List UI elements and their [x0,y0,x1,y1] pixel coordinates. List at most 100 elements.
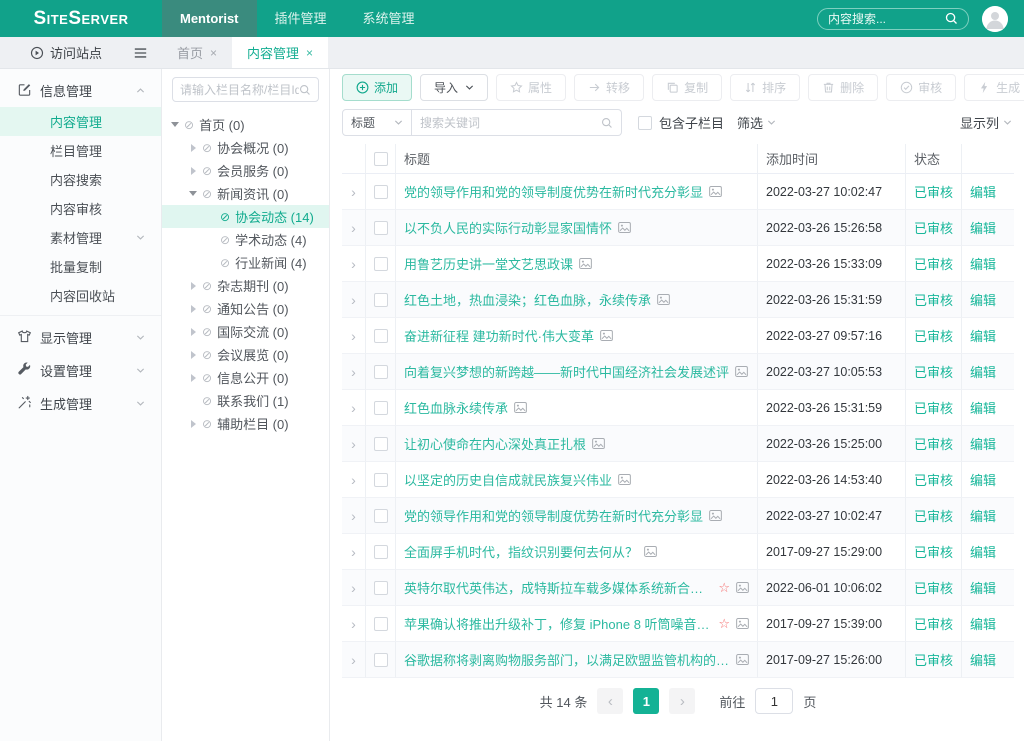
current-page-button[interactable]: 1 [633,688,659,714]
edit-link[interactable]: 编辑 [962,642,1014,678]
include-children-checkbox[interactable] [638,116,652,130]
tree-node-0[interactable]: ⊘首页 (0) [162,113,329,136]
content-title-link[interactable]: 以坚定的历史自信成就民族复兴伟业 [404,470,612,489]
row-expand-icon[interactable]: › [351,292,356,308]
row-checkbox[interactable] [374,545,388,559]
channel-search-box[interactable] [172,77,319,102]
row-expand-icon[interactable]: › [351,256,356,272]
sidebar-item-1[interactable]: 栏目管理 [0,136,161,165]
prev-page-button[interactable]: ‹ [597,688,623,714]
edit-link[interactable]: 编辑 [962,282,1014,318]
row-expand-icon[interactable]: › [351,220,356,236]
row-expand-icon[interactable]: › [351,364,356,380]
row-checkbox[interactable] [374,581,388,595]
row-expand-icon[interactable]: › [351,472,356,488]
row-expand-icon[interactable]: › [351,400,356,416]
content-title-link[interactable]: 谷歌据称将剥离购物服务部门，以满足欧盟监管机构的要求 [404,650,730,669]
row-checkbox[interactable] [374,617,388,631]
edit-link[interactable]: 编辑 [962,426,1014,462]
edit-link[interactable]: 编辑 [962,174,1014,210]
select-all-checkbox[interactable] [374,152,388,166]
content-search-input[interactable] [828,12,945,26]
content-search-box[interactable] [817,8,969,30]
tree-node-13[interactable]: ⊘辅助栏目 (0) [162,412,329,435]
row-expand-icon[interactable]: › [351,436,356,452]
row-checkbox[interactable] [374,653,388,667]
row-checkbox[interactable] [374,257,388,271]
columns-dropdown[interactable]: 显示列 [960,113,1014,132]
content-title-link[interactable]: 奋进新征程 建功新时代·伟大变革 [404,326,594,345]
sidebar-group-0[interactable]: 信息管理 [0,74,161,107]
content-title-link[interactable]: 让初心使命在内心深处真正扎根 [404,434,586,453]
sidebar-item-5[interactable]: 批量复制 [0,252,161,281]
sidebar-group-1[interactable]: 显示管理 [0,321,161,354]
filter-dropdown[interactable]: 筛选 [737,113,776,132]
caret-collapsed-icon[interactable] [188,167,198,175]
tree-node-5[interactable]: ⊘学术动态 (4) [162,228,329,251]
sidebar-group-2[interactable]: 设置管理 [0,354,161,387]
topnav-item-1[interactable]: 插件管理 [257,0,345,37]
tree-node-12[interactable]: ⊘联系我们 (1) [162,389,329,412]
content-title-link[interactable]: 向着复兴梦想的新跨越——新时代中国经济社会发展述评 [404,362,729,381]
tree-node-6[interactable]: ⊘行业新闻 (4) [162,251,329,274]
caret-collapsed-icon[interactable] [188,374,198,382]
content-title-link[interactable]: 党的领导作用和党的领导制度优势在新时代充分彰显 [404,182,703,201]
next-page-button[interactable]: › [669,688,695,714]
content-title-link[interactable]: 英特尔取代英伟达，成特斯拉车载多媒体系统新合作方 [404,578,712,597]
row-checkbox[interactable] [374,401,388,415]
tree-node-3[interactable]: ⊘新闻资讯 (0) [162,182,329,205]
row-checkbox[interactable] [374,185,388,199]
row-checkbox[interactable] [374,329,388,343]
edit-link[interactable]: 编辑 [962,498,1014,534]
edit-link[interactable]: 编辑 [962,318,1014,354]
tab-close-icon[interactable]: × [210,46,217,60]
caret-expanded-icon[interactable] [170,122,180,127]
keyword-search-box[interactable] [412,109,622,136]
edit-link[interactable]: 编辑 [962,210,1014,246]
tree-node-9[interactable]: ⊘国际交流 (0) [162,320,329,343]
tree-node-2[interactable]: ⊘会员服务 (0) [162,159,329,182]
tab-close-icon[interactable]: × [306,46,313,60]
row-checkbox[interactable] [374,221,388,235]
tree-node-8[interactable]: ⊘通知公告 (0) [162,297,329,320]
caret-collapsed-icon[interactable] [188,420,198,428]
caret-collapsed-icon[interactable] [188,144,198,152]
search-field-select[interactable]: 标题 [342,109,412,136]
caret-collapsed-icon[interactable] [188,351,198,359]
content-title-link[interactable]: 用鲁艺历史讲一堂文艺思政课 [404,254,573,273]
sidebar-item-4[interactable]: 素材管理 [0,223,161,252]
row-checkbox[interactable] [374,509,388,523]
content-title-link[interactable]: 党的领导作用和党的领导制度优势在新时代充分彰显 [404,506,703,525]
row-checkbox[interactable] [374,437,388,451]
visit-site-button[interactable]: 访问站点 [30,43,102,62]
row-expand-icon[interactable]: › [351,580,356,596]
row-expand-icon[interactable]: › [351,328,356,344]
topnav-item-2[interactable]: 系统管理 [345,0,433,37]
collapse-menu-icon[interactable] [133,46,148,60]
row-expand-icon[interactable]: › [351,508,356,524]
caret-collapsed-icon[interactable] [188,305,198,313]
sidebar-item-2[interactable]: 内容搜索 [0,165,161,194]
sidebar-item-0[interactable]: 内容管理 [0,107,161,136]
search-icon[interactable] [945,12,958,25]
keyword-input[interactable] [420,116,601,130]
edit-link[interactable]: 编辑 [962,606,1014,642]
edit-link[interactable]: 编辑 [962,390,1014,426]
logo[interactable]: SiteServer [0,0,162,37]
row-expand-icon[interactable]: › [351,184,356,200]
sidebar-item-3[interactable]: 内容审核 [0,194,161,223]
content-title-link[interactable]: 红色血脉永续传承 [404,398,508,417]
content-title-link[interactable]: 苹果确认将推出升级补丁，修复 iPhone 8 听筒噪音问题 [404,614,712,633]
goto-page-input[interactable] [755,688,793,714]
content-title-link[interactable]: 全面屏手机时代，指纹识别要何去何从？ [404,542,638,561]
content-title-link[interactable]: 红色土地，热血浸染；红色血脉，永续传承 [404,290,651,309]
row-expand-icon[interactable]: › [351,616,356,632]
row-checkbox[interactable] [374,473,388,487]
toolbar-button-0[interactable]: 添加 [342,74,412,101]
row-expand-icon[interactable]: › [351,652,356,668]
toolbar-button-1[interactable]: 导入 [420,74,488,101]
row-checkbox[interactable] [374,293,388,307]
channel-search-input[interactable] [180,83,299,97]
caret-collapsed-icon[interactable] [188,282,198,290]
tree-node-1[interactable]: ⊘协会概况 (0) [162,136,329,159]
